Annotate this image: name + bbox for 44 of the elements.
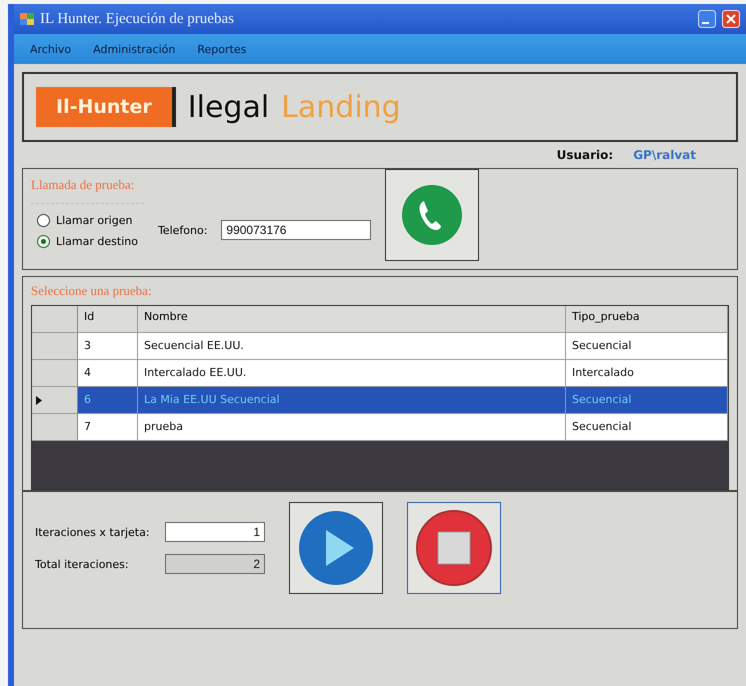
minimize-button[interactable] bbox=[698, 10, 716, 28]
iterations-label: Iteraciones x tarjeta: bbox=[35, 526, 151, 538]
banner-title: Ilegal bbox=[188, 90, 270, 124]
table-cell[interactable]: Intercalado EE.UU. bbox=[138, 360, 566, 387]
play-button[interactable] bbox=[289, 502, 383, 594]
menu-item[interactable]: Administración bbox=[93, 42, 176, 56]
phone-field[interactable]: 990073176 bbox=[221, 220, 372, 240]
menu-item[interactable]: Reportes bbox=[197, 42, 246, 56]
current-row-icon bbox=[36, 396, 42, 404]
stop-button[interactable] bbox=[407, 502, 501, 594]
radio-option[interactable]: Llamar origen bbox=[37, 214, 138, 226]
table-cell[interactable]: 7 bbox=[78, 414, 138, 441]
table-cell[interactable]: 3 bbox=[78, 333, 138, 360]
column-header[interactable]: Tipo_prueba bbox=[566, 306, 728, 333]
table-cell[interactable]: 4 bbox=[78, 360, 138, 387]
banner-subtitle: Landing bbox=[281, 90, 401, 124]
table-cell[interactable]: Secuencial bbox=[566, 387, 728, 414]
window-title: IL Hunter. Ejecución de pruebas bbox=[40, 10, 235, 28]
table-cell[interactable]: 6 bbox=[78, 387, 138, 414]
table-cell[interactable]: Secuencial bbox=[566, 333, 728, 360]
user-name: GP\ralvat bbox=[633, 148, 696, 162]
group-title: Seleccione una prueba: bbox=[31, 283, 153, 299]
logo: Il-Hunter bbox=[36, 87, 176, 127]
radio-option[interactable]: Llamar destino bbox=[37, 234, 138, 248]
call-button[interactable] bbox=[385, 169, 480, 261]
column-header[interactable]: Nombre bbox=[138, 306, 566, 333]
radio-circle-icon[interactable] bbox=[37, 234, 50, 248]
table-cell[interactable]: La Mia EE.UU Secuencial bbox=[138, 387, 566, 414]
row-header[interactable] bbox=[32, 387, 78, 414]
close-button[interactable] bbox=[722, 10, 740, 28]
app-icon bbox=[20, 13, 34, 25]
table-cell[interactable]: Intercalado bbox=[566, 360, 728, 387]
phone-label: Telefono: bbox=[158, 224, 208, 236]
group-title: Llamada de prueba: bbox=[31, 177, 136, 193]
column-header[interactable]: Id bbox=[78, 306, 138, 333]
radio-circle-icon[interactable] bbox=[37, 214, 50, 226]
corner-cell bbox=[32, 306, 78, 333]
user-label: Usuario: bbox=[556, 148, 614, 162]
menu-item[interactable]: Archivo bbox=[30, 42, 72, 56]
table-cell[interactable]: Secuencial bbox=[566, 414, 728, 441]
iterations-label: Total iteraciones: bbox=[35, 558, 130, 570]
iterations-field[interactable]: 1 bbox=[165, 522, 265, 542]
table-cell[interactable]: Secuencial EE.UU. bbox=[138, 333, 566, 360]
table-cell[interactable]: prueba bbox=[138, 414, 566, 441]
